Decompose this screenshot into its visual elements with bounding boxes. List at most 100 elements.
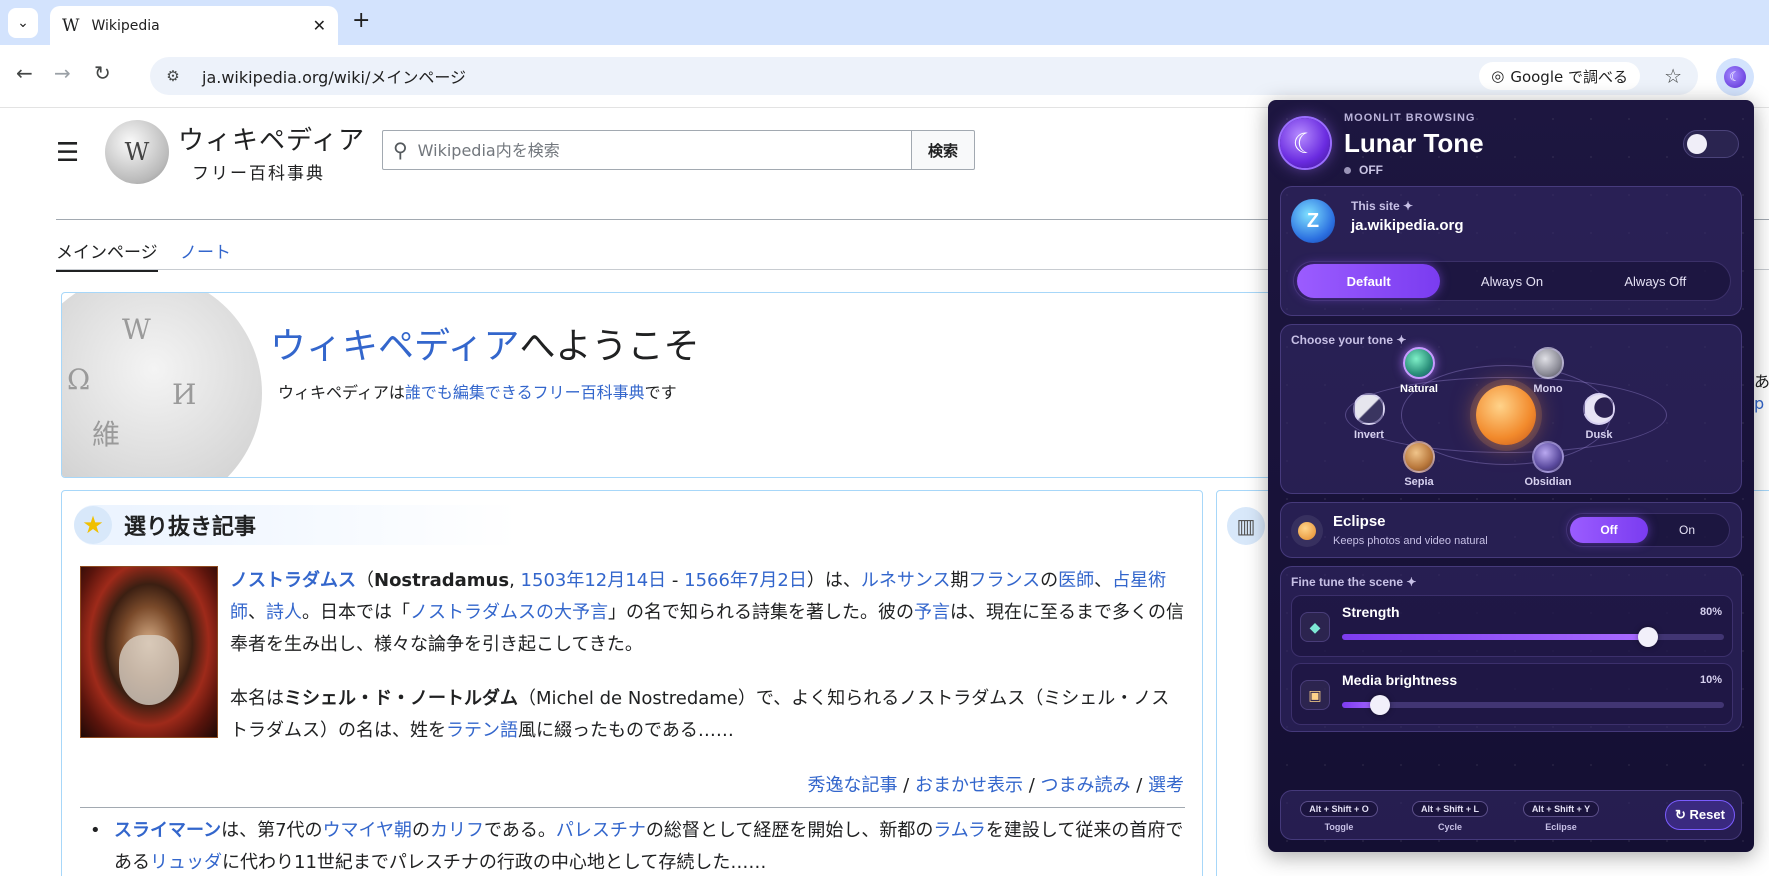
eclipse-icon	[1291, 515, 1323, 547]
back-arrow-icon[interactable]: ←	[16, 63, 33, 83]
url-text[interactable]: ja.wikipedia.org/wiki/メインページ	[202, 64, 466, 88]
tone-invert-planet[interactable]	[1353, 393, 1385, 425]
featured-star-icon: ★	[74, 506, 112, 544]
featured-articles-link[interactable]: 秀逸な記事	[807, 775, 897, 796]
mode-always-off-button[interactable]: Always Off	[1584, 264, 1727, 298]
brand-kicker: MOONLIT BROWSING	[1344, 112, 1476, 124]
eclipse-off-button[interactable]: Off	[1570, 517, 1648, 543]
wikipedia-globe-logo[interactable]: W	[105, 120, 169, 184]
tone-obsidian-planet[interactable]	[1532, 441, 1564, 473]
sulayman-link[interactable]: スライマーン	[114, 820, 221, 841]
ramla-link[interactable]: ラムラ	[933, 820, 986, 841]
eclipse-selector: Off On	[1566, 513, 1730, 547]
site-label: This site ✦	[1351, 199, 1414, 213]
free-encyclopedia-link[interactable]: 誰でも編集できるフリー百科事典	[405, 383, 645, 402]
tone-obsidian-label: Obsidian	[1524, 476, 1572, 488]
peek-text: あ	[1754, 372, 1769, 391]
prophecy-link[interactable]: 予言	[914, 602, 950, 623]
media-slider-card: ▣ Media brightness 10%	[1291, 663, 1733, 725]
palestine-link[interactable]: パレスチナ	[556, 820, 646, 841]
peek-link[interactable]: p	[1754, 394, 1764, 413]
tone-dusk-planet[interactable]	[1583, 393, 1615, 425]
lydda-link[interactable]: リュッダ	[150, 852, 222, 873]
search-field[interactable]: ⚲	[382, 130, 912, 170]
media-slider[interactable]	[1342, 695, 1724, 715]
text: -	[666, 570, 685, 591]
tab-main-page[interactable]: メインページ	[56, 238, 158, 272]
toggle-knob	[1687, 134, 1707, 154]
strength-value: 80%	[1699, 606, 1722, 618]
plus-icon: +	[352, 8, 371, 33]
site-info-icon[interactable]: ⚙	[162, 65, 184, 87]
tone-natural-label: Natural	[1400, 383, 1438, 395]
latin-link[interactable]: ラテン語	[446, 720, 518, 741]
strength-slider-thumb[interactable]	[1637, 627, 1658, 647]
renaissance-link[interactable]: ルネサンス	[861, 570, 951, 591]
separator: /	[1130, 775, 1148, 796]
tab-talk[interactable]: ノート	[180, 238, 231, 270]
status-dot-icon	[1344, 166, 1351, 174]
tone-card: Choose your tone ✦ Natural Mono Invert D…	[1280, 324, 1742, 494]
strength-label: Strength	[1342, 604, 1400, 620]
umayyad-link[interactable]: ウマイヤ朝	[323, 820, 412, 841]
death-date-link[interactable]: 1566年7月2日	[684, 570, 807, 591]
search-button[interactable]: 検索	[911, 130, 975, 170]
text: 、	[248, 602, 266, 623]
wikipedia-wordmark[interactable]: ウィキペディア フリー百科事典	[178, 120, 365, 184]
strength-slider-card: ◆ Strength 80%	[1291, 595, 1733, 657]
google-lens-button[interactable]: ◎ Google で調べる	[1479, 62, 1640, 90]
strength-slider[interactable]	[1342, 627, 1724, 647]
mode-default-button[interactable]: Default	[1297, 264, 1441, 298]
france-link[interactable]: フランス	[968, 570, 1040, 591]
bookmark-star-icon[interactable]: ☆	[1664, 64, 1682, 88]
caliph-link[interactable]: カリフ	[430, 820, 484, 841]
list-item: スライマーンは、第7代のウマイヤ朝のカリフである。パレスチナの総督として経歴を開…	[88, 815, 1188, 876]
image-icon: ▣	[1300, 680, 1330, 710]
shortcut-toggle: Alt + Shift + O Toggle	[1281, 799, 1397, 832]
reset-button[interactable]: ↻ Reset	[1665, 800, 1735, 830]
eclipse-on-button[interactable]: On	[1648, 517, 1726, 543]
main-menu-icon[interactable]: ☰	[56, 138, 79, 168]
lunar-tone-extension-button[interactable]: ☾	[1716, 58, 1754, 96]
poet-link[interactable]: 詩人	[266, 602, 302, 623]
address-bar[interactable]: ⚙ ja.wikipedia.org/wiki/メインページ ◎ Google …	[150, 57, 1698, 95]
nostradamus-portrait[interactable]	[80, 566, 218, 738]
search-input[interactable]	[417, 140, 878, 160]
featured-header: ★ 選り抜き記事	[74, 505, 1184, 545]
wordmark-main: ウィキペディア	[178, 126, 366, 156]
tone-mono-planet[interactable]	[1532, 347, 1564, 379]
site-domain: ja.wikipedia.org	[1351, 217, 1464, 234]
wikipedia-link[interactable]: ウィキペディア	[270, 326, 519, 367]
browse-link[interactable]: つまみ読み	[1040, 775, 1130, 796]
master-toggle[interactable]	[1683, 130, 1739, 158]
physician-link[interactable]: 医師	[1058, 570, 1094, 591]
prophecies-book-link[interactable]: ノストラダムスの大予言	[410, 602, 608, 623]
tone-sepia-planet[interactable]	[1403, 441, 1435, 473]
tone-natural-planet[interactable]	[1403, 347, 1435, 379]
brand-name: Lunar Tone	[1344, 128, 1484, 158]
reload-icon[interactable]: ↻	[94, 63, 111, 83]
moon-icon: ☾	[1724, 66, 1746, 88]
browser-tab[interactable]: W Wikipedia ✕	[50, 6, 338, 45]
forward-arrow-icon[interactable]: →	[54, 63, 71, 83]
wikipedia-favicon-icon: W	[62, 15, 80, 36]
selection-link[interactable]: 選考	[1148, 775, 1184, 796]
media-slider-thumb[interactable]	[1370, 695, 1391, 715]
popup-header: ☾ MOONLIT BROWSING Lunar Tone OFF	[1268, 100, 1754, 186]
new-tab-button[interactable]: +	[352, 10, 370, 32]
featured-heading: 選り抜き記事	[124, 515, 257, 540]
tab-search-button[interactable]: ⌄	[8, 8, 38, 38]
welcome-tagline: ウィキペディアは誰でも編集できるフリー百科事典です	[278, 379, 677, 403]
tone-mono-label: Mono	[1533, 383, 1563, 395]
article-link[interactable]: ノストラダムス	[230, 570, 356, 591]
close-icon[interactable]: ✕	[313, 16, 326, 35]
tab-title: Wikipedia	[91, 17, 160, 34]
text: 風に綴ったものである……	[518, 720, 734, 741]
shortcut-eclipse: Alt + Shift + Y Eclipse	[1503, 799, 1619, 832]
birth-date-link[interactable]: 1503年12月14日	[521, 570, 667, 591]
random-link[interactable]: おまかせ表示	[915, 775, 1023, 796]
strength-slider-fill	[1342, 634, 1648, 640]
mode-always-on-button[interactable]: Always On	[1440, 264, 1583, 298]
tone-invert-label: Invert	[1354, 429, 1384, 441]
eclipse-title: Eclipse	[1333, 513, 1386, 530]
